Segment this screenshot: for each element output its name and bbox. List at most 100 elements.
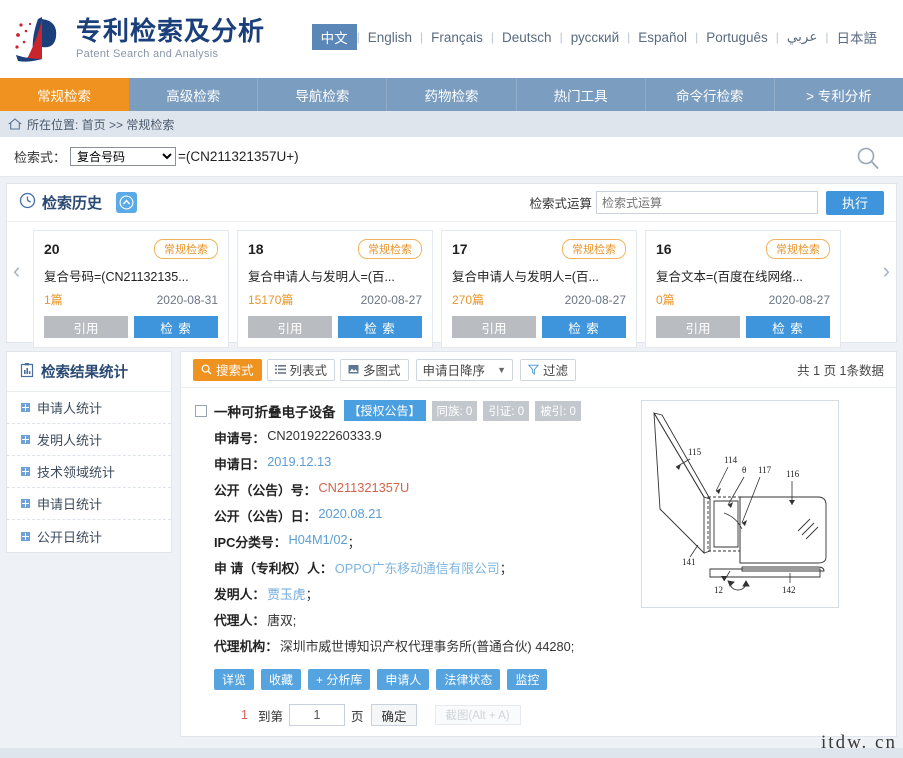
search-button[interactable]: 检 索: [542, 316, 626, 338]
history-card[interactable]: 17 常规检索 复合申请人与发明人=(百... 270篇 2020-08-27 …: [441, 230, 637, 348]
sidebar-item-label: 公开日统计: [37, 529, 103, 545]
monitor-button[interactable]: 监控: [507, 669, 548, 690]
history-card-expression: 复合文本=(百度在线网络...: [656, 270, 803, 284]
patent-select-checkbox[interactable]: [195, 404, 207, 417]
lang-de[interactable]: Deutsch: [494, 28, 560, 47]
history-card[interactable]: 18 常规检索 复合申请人与发明人=(百... 15170篇 2020-08-2…: [237, 230, 433, 348]
search-button[interactable]: 检 索: [746, 316, 830, 338]
confirm-page-button[interactable]: 确定: [371, 704, 417, 726]
view-mode-label: 列表式: [289, 364, 328, 378]
plus-icon: [21, 467, 30, 476]
view-mode-multi-image[interactable]: 多图式: [340, 358, 409, 381]
search-field-select[interactable]: 复合号码: [70, 147, 177, 166]
operation-input[interactable]: [596, 191, 818, 214]
page-number-input[interactable]: [288, 704, 345, 726]
history-card-number: 17: [452, 241, 468, 257]
field-label: 代理机构：: [214, 639, 278, 654]
history-card[interactable]: 20 常规检索 复合号码=(CN21132135... 1篇 2020-08-3…: [33, 230, 229, 348]
sidebar-item-tech-field-stats[interactable]: 技术领域统计: [7, 456, 171, 488]
pagination: 1 到第 页 确定 截图(Alt + A): [181, 690, 896, 736]
cite-button[interactable]: 引用: [248, 316, 332, 338]
view-mode-list[interactable]: 列表式: [266, 358, 336, 381]
field-value: 2020.08.21: [318, 506, 383, 521]
sidebar-item-publication-date-stats[interactable]: 公开日统计: [7, 520, 171, 552]
breadcrumb-text: 所在位置: 首页 >> 常规检索: [27, 117, 175, 132]
chevron-up-circle-icon[interactable]: [116, 192, 138, 213]
search-expression[interactable]: =(CN211321357U+): [178, 149, 299, 164]
bookmark-button[interactable]: 收藏: [261, 669, 302, 690]
history-card-tag: 常规检索: [562, 239, 626, 259]
brand-subtitle: Patent Search and Analysis: [76, 48, 219, 61]
nav-item-drug-search[interactable]: 药物检索: [387, 78, 517, 111]
sidebar-title: 检索结果统计: [41, 365, 128, 381]
lang-es[interactable]: Español: [630, 28, 695, 47]
patent-field-publication-number: 公开（公告）号： CN211321357U: [195, 480, 617, 499]
nav-item-patent-analysis[interactable]: > 专利分析: [775, 78, 903, 111]
lang-ar[interactable]: عربي: [779, 27, 826, 47]
chevron-right-icon[interactable]: ›: [883, 258, 890, 284]
field-suffix: ；: [347, 535, 361, 550]
detail-view-button[interactable]: 详览: [214, 669, 255, 690]
history-card-number: 16: [656, 241, 672, 257]
figure-label: θ: [742, 465, 746, 475]
field-value[interactable]: OPPO广东移动通信有限公司: [335, 558, 500, 577]
lang-ja[interactable]: 日本語: [829, 25, 886, 49]
figure-label: 142: [782, 585, 796, 595]
home-icon[interactable]: [8, 117, 22, 131]
execute-button[interactable]: 执行: [826, 190, 884, 215]
sidebar-item-inventor-stats[interactable]: 发明人统计: [7, 424, 171, 456]
history-card[interactable]: 16 常规检索 复合文本=(百度在线网络... 0篇 2020-08-27 引用…: [645, 230, 841, 348]
history-card-tag: 常规检索: [766, 239, 830, 259]
brand-title: 专利检索及分析: [76, 15, 266, 46]
cite-button[interactable]: 引用: [44, 316, 128, 338]
status-badge[interactable]: 【授权公告】: [343, 400, 426, 421]
patent-action-row: 详览 收藏 + 分析库 申请人 法律状态 监控: [195, 655, 617, 690]
results-toolbar: 搜索式 列表式 多图式 申请日降序 ▼ 过滤 共 1 页 1条数据: [181, 352, 896, 388]
lang-en[interactable]: English: [360, 28, 420, 47]
goto-page-label: 到第: [257, 709, 283, 724]
nav-item-advanced-search[interactable]: 高级检索: [129, 78, 259, 111]
search-button[interactable]: 检 索: [338, 316, 422, 338]
search-icon[interactable]: [855, 145, 881, 171]
add-to-analysis-library-button[interactable]: + 分析库: [308, 669, 371, 690]
patent-drawing-foldable-device[interactable]: 115 114 θ 117 116 141 12 142: [641, 400, 839, 608]
sidebar-item-application-date-stats[interactable]: 申请日统计: [7, 488, 171, 520]
view-mode-search-expression[interactable]: 搜索式: [193, 358, 262, 381]
bottom-strip: [0, 748, 903, 758]
nav-item-command-search[interactable]: 命令行检索: [646, 78, 775, 111]
field-value[interactable]: H04M1/02: [289, 532, 348, 551]
field-label: 公开（公告）日：: [214, 509, 317, 524]
nav-item-regular-search[interactable]: 常规检索: [0, 78, 130, 111]
lang-pt[interactable]: Português: [698, 28, 776, 47]
history-card-count: 0篇: [656, 293, 675, 307]
field-value[interactable]: 贾玉虎: [267, 584, 305, 603]
applicant-button[interactable]: 申请人: [377, 669, 430, 690]
legal-status-button[interactable]: 法律状态: [436, 669, 501, 690]
patent-field-ipc: IPC分类号： H04M1/02 ；: [195, 532, 617, 551]
field-value[interactable]: CN211321357U: [318, 480, 409, 499]
breadcrumb: 所在位置: 首页 >> 常规检索: [0, 111, 903, 137]
filter-button[interactable]: 过滤: [519, 358, 576, 381]
chevron-left-icon[interactable]: ‹: [13, 258, 20, 284]
nav-item-popular-tools[interactable]: 热门工具: [517, 78, 646, 111]
screenshot-hint: 截图(Alt + A): [434, 705, 521, 725]
sidebar-item-label: 申请日统计: [37, 497, 103, 512]
main-nav: 常规检索 高级检索 导航检索 药物检索 热门工具 命令行检索 > 专利分析: [0, 78, 903, 111]
history-card-date: 2020-08-27: [768, 292, 830, 307]
patent-title[interactable]: 一种可折叠电子设备: [214, 401, 336, 421]
cite-button[interactable]: 引用: [452, 316, 536, 338]
lang-zh[interactable]: 中文: [311, 24, 357, 50]
cite-button[interactable]: 引用: [656, 316, 740, 338]
page-header: 专利检索及分析 Patent Search and Analysis 中文 | …: [0, 0, 903, 78]
badge-citation-count: 引证: 0: [483, 400, 530, 421]
sort-selector[interactable]: 申请日降序 ▼: [415, 358, 513, 381]
patent-field-applicant: 申 请（专利权）人： OPPO广东移动通信有限公司 ；: [195, 558, 617, 577]
sidebar-item-applicant-stats[interactable]: 申请人统计: [7, 392, 171, 424]
nav-item-navigation-search[interactable]: 导航检索: [258, 78, 388, 111]
lang-fr[interactable]: Français: [423, 28, 491, 47]
brand-logo[interactable]: 专利检索及分析 Patent Search and Analysis: [0, 11, 265, 67]
figure-label: 115: [688, 447, 702, 457]
filter-label: 过滤: [542, 364, 568, 378]
search-button[interactable]: 检 索: [134, 316, 218, 338]
lang-ru[interactable]: русский: [563, 28, 627, 47]
